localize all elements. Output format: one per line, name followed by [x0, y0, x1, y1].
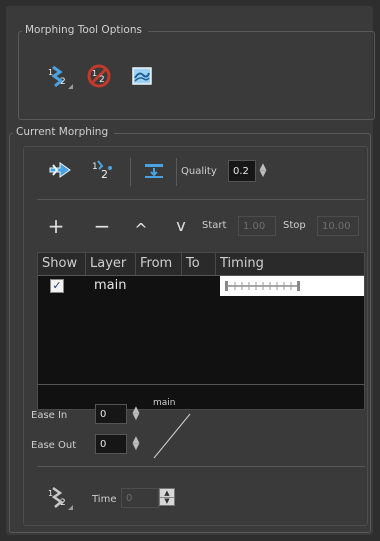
stop-field[interactable]: 10.00	[317, 216, 359, 236]
svg-text:2: 2	[99, 75, 105, 85]
morph-hint-icon: 1 2	[92, 160, 112, 181]
svg-text:1: 1	[92, 69, 97, 78]
toolbar-divider	[37, 199, 365, 200]
time-field[interactable]: 0	[121, 488, 159, 508]
svg-text:2: 2	[60, 498, 66, 508]
ease-in-label: Ease In	[31, 410, 68, 421]
layer-name: main	[94, 278, 127, 293]
submenu-corner-icon	[68, 505, 73, 510]
svg-text:2: 2	[60, 77, 66, 87]
morph-hint-button[interactable]: 1 2	[88, 156, 118, 184]
column-header-show[interactable]: Show	[38, 253, 86, 275]
ease-in-field[interactable]: 0	[95, 404, 127, 424]
ease-out-spinner[interactable]: ▲ ▼	[132, 436, 140, 452]
ease-out-field[interactable]: 0	[95, 434, 127, 454]
toolbar-separator	[176, 158, 177, 186]
column-header-from[interactable]: From	[136, 253, 182, 275]
table-header: Show Layer From To Timing	[38, 253, 364, 276]
stop-label: Stop	[283, 220, 306, 231]
toolbar-separator	[130, 158, 131, 186]
time-label: Time	[92, 494, 117, 505]
quality-label: Quality	[181, 166, 217, 177]
svg-text:1: 1	[48, 489, 53, 498]
show-checkbox[interactable]: ✓	[50, 279, 64, 293]
ease-curve-line	[153, 413, 191, 459]
timing-cell[interactable]	[220, 276, 364, 296]
quality-spinner[interactable]: ▲ ▼	[259, 163, 267, 179]
table-divider	[37, 384, 365, 385]
morph-no-order-button[interactable]: 1 2	[85, 62, 113, 90]
submenu-corner-icon	[68, 84, 73, 89]
morph-convert-button[interactable]	[139, 157, 169, 183]
add-button[interactable]: +	[45, 216, 67, 236]
quality-field[interactable]: 0.2	[228, 160, 256, 182]
time-stepper[interactable]: ▲ ▼	[159, 488, 175, 506]
ease-curve-graph[interactable]	[150, 410, 194, 462]
current-morphing-title: Current Morphing	[13, 126, 115, 138]
svg-text:1: 1	[48, 68, 53, 77]
morph-layer-icon	[132, 67, 152, 85]
move-up-button[interactable]: ^	[130, 220, 152, 240]
ease-in-spinner[interactable]: ▲ ▼	[132, 406, 140, 422]
table-row[interactable]: ✓ main	[38, 276, 364, 296]
start-label: Start	[202, 220, 227, 231]
morph-go-icon	[49, 162, 71, 178]
morph-no-order-icon: 1 2	[87, 64, 111, 88]
morphing-panel: Morphing Tool Options 1 2 1 2 Current Mo…	[6, 6, 375, 535]
stepper-down-icon[interactable]: ▼	[160, 497, 174, 505]
timing-ruler-icon	[225, 281, 300, 291]
ease-out-label: Ease Out	[31, 440, 77, 451]
column-header-layer[interactable]: Layer	[86, 253, 136, 275]
morph-convert-icon	[145, 164, 163, 178]
column-header-to[interactable]: To	[182, 253, 216, 275]
move-down-button[interactable]: v	[170, 216, 192, 236]
morph-go-button[interactable]	[45, 156, 75, 184]
morphing-tool-options-title: Morphing Tool Options	[22, 24, 148, 36]
remove-button[interactable]: −	[91, 216, 113, 236]
svg-text:1: 1	[92, 162, 98, 172]
morph-layer-button[interactable]	[129, 63, 155, 89]
morphing-layers-table: Show Layer From To Timing ✓ main	[37, 252, 365, 410]
ease-divider	[37, 466, 365, 467]
start-field[interactable]: 1.00	[238, 216, 276, 236]
ease-curve-label: main	[153, 398, 176, 408]
column-header-timing[interactable]: Timing	[216, 253, 364, 275]
svg-text:2: 2	[101, 168, 108, 181]
